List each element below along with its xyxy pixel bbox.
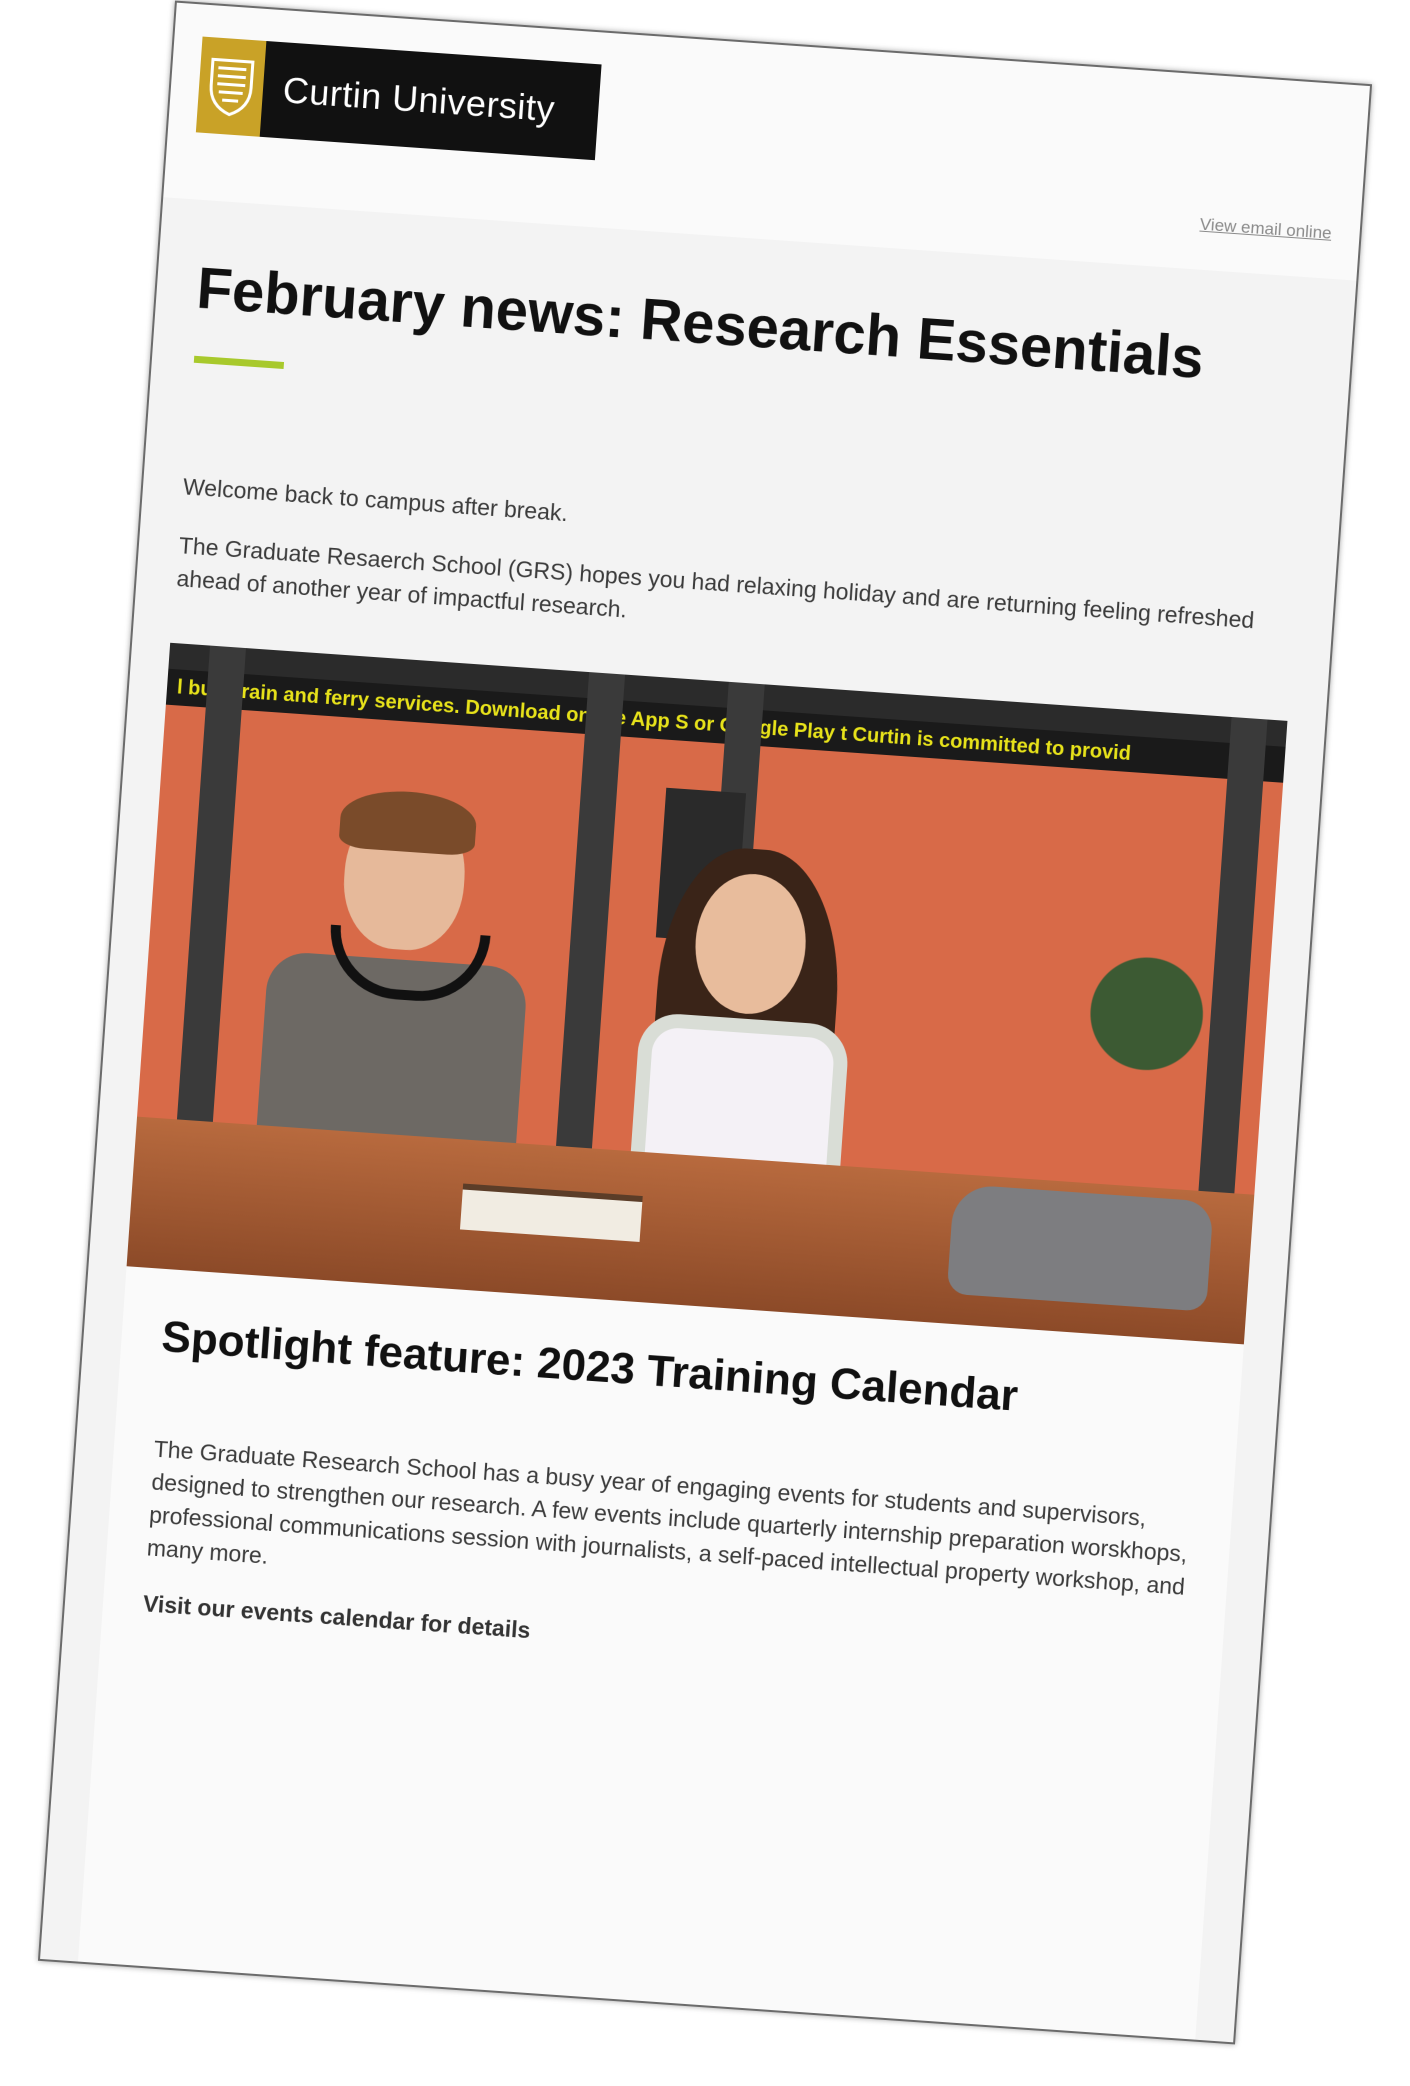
hero-photo: l bus, train and ferry services. Downloa… xyxy=(126,642,1288,1345)
intro-section: Welcome back to campus after break. The … xyxy=(176,470,1298,673)
logo-wordmark: Curtin University xyxy=(281,69,557,130)
curtin-logo[interactable]: Curtin University xyxy=(195,36,602,161)
spotlight-section: Spotlight feature: 2023 Training Calenda… xyxy=(72,1266,1244,2045)
view-email-online-link[interactable]: View email online xyxy=(1199,215,1332,244)
email-page: Curtin University View email online Febr… xyxy=(37,0,1373,2045)
curtin-shield-icon xyxy=(195,36,267,137)
photo-backpack xyxy=(946,1183,1214,1312)
email-title: February news: Research Essentials xyxy=(194,255,1206,392)
email-header: Curtin University View email online xyxy=(163,2,1370,281)
photo-plant xyxy=(1079,937,1212,1126)
email-screenshot: Curtin University View email online Febr… xyxy=(37,0,1373,2045)
title-accent-bar xyxy=(193,355,285,370)
